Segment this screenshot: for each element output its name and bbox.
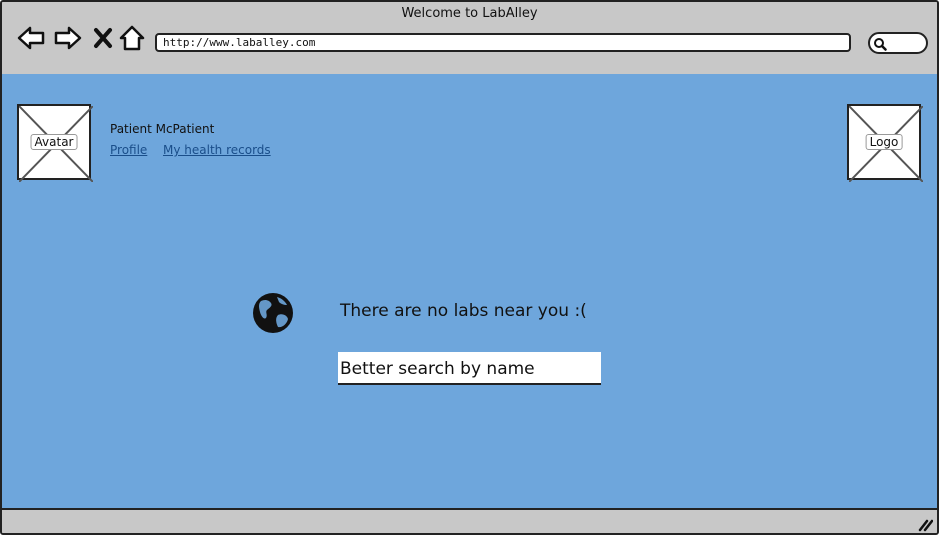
address-bar[interactable]: http://www.laballey.com: [155, 33, 851, 52]
browser-window: Welcome to LabAlley http://www.laballey.…: [0, 0, 939, 535]
globe-icon: [251, 291, 295, 339]
close-x-icon[interactable]: [88, 23, 118, 53]
avatar-label: Avatar: [30, 134, 78, 150]
back-arrow-icon[interactable]: [16, 23, 46, 53]
search-by-name-input[interactable]: [338, 352, 601, 385]
no-labs-message: There are no labs near you :(: [340, 301, 587, 321]
profile-link[interactable]: Profile: [110, 143, 147, 157]
forward-arrow-icon[interactable]: [53, 23, 83, 53]
page-content: Avatar Patient McPatient Profile My heal…: [2, 74, 937, 508]
avatar: Avatar: [17, 104, 93, 182]
resize-grip-icon[interactable]: [917, 518, 933, 532]
browser-search-box[interactable]: [868, 32, 928, 54]
user-name: Patient McPatient: [110, 122, 215, 136]
window-title: Welcome to LabAlley: [401, 6, 538, 21]
health-records-link[interactable]: My health records: [163, 143, 271, 157]
browser-statusbar: [2, 508, 937, 533]
logo-label: Logo: [865, 134, 903, 150]
home-icon[interactable]: [117, 23, 147, 53]
logo: Logo: [847, 104, 923, 182]
magnifier-icon: [874, 38, 887, 51]
browser-titlebar: Welcome to LabAlley http://www.laballey.…: [2, 2, 937, 76]
